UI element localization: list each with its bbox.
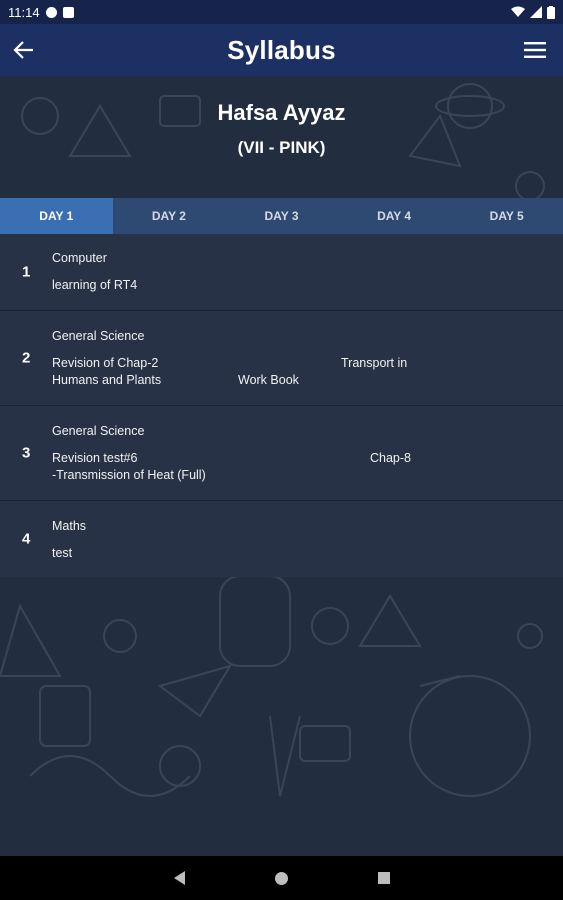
- nav-home-icon[interactable]: [274, 871, 288, 885]
- list-item[interactable]: 3 General Science Revision test#6 Chap-8…: [0, 406, 563, 501]
- item-detail: Chap-8: [370, 451, 411, 465]
- tab-day-1[interactable]: DAY 1: [0, 198, 113, 234]
- tab-day-3[interactable]: DAY 3: [225, 198, 338, 234]
- nav-back-icon[interactable]: [173, 871, 185, 885]
- student-name: Hafsa Ayyaz: [217, 100, 346, 125]
- item-number: 4: [22, 530, 31, 548]
- item-number: 2: [22, 349, 31, 367]
- notification-icon: [45, 6, 57, 18]
- battery-icon: [547, 5, 555, 19]
- tab-day-2[interactable]: DAY 2: [113, 198, 226, 234]
- list-item[interactable]: 4 Maths test: [0, 501, 563, 577]
- arrow-left-icon: [13, 41, 33, 59]
- syllabus-list: 1 Computer learning of RT4 2 General Sci…: [0, 234, 563, 577]
- item-subject: General Science: [52, 329, 145, 343]
- wifi-icon: [511, 6, 525, 17]
- status-time: 11:14: [8, 4, 40, 20]
- tab-day-4[interactable]: DAY 4: [338, 198, 451, 234]
- item-detail: test: [52, 546, 73, 560]
- item-subject: Computer: [52, 251, 107, 265]
- student-class: (VII - PINK): [237, 138, 326, 157]
- app-bar: Syllabus: [0, 24, 563, 76]
- item-number: 1: [22, 263, 31, 281]
- item-number: 3: [22, 444, 31, 462]
- item-detail: Humans and Plants: [52, 373, 162, 387]
- item-detail: learning of RT4: [52, 278, 138, 292]
- menu-button[interactable]: [523, 38, 547, 62]
- item-subject: Maths: [52, 519, 87, 533]
- status-bar: 11:14: [0, 0, 563, 24]
- signal-icon: [530, 6, 542, 18]
- item-detail: Transport in: [341, 356, 408, 370]
- tab-day-5[interactable]: DAY 5: [450, 198, 563, 234]
- list-item[interactable]: 1 Computer learning of RT4: [0, 234, 563, 311]
- item-detail: Revision of Chap-2: [52, 356, 159, 370]
- item-detail: -Transmission of Heat (Full): [52, 468, 206, 482]
- day-tabs: DAY 1 DAY 2 DAY 3 DAY 4 DAY 5: [0, 198, 563, 234]
- back-button[interactable]: [10, 36, 38, 64]
- student-profile: Hafsa Ayyaz (VII - PINK): [0, 100, 563, 158]
- storage-icon: [62, 6, 74, 18]
- item-detail: Work Book: [238, 373, 299, 387]
- system-nav-bar: [0, 856, 563, 900]
- hamburger-menu-icon: [524, 42, 546, 58]
- nav-recents-icon[interactable]: [377, 872, 390, 884]
- list-item[interactable]: 2 General Science Revision of Chap-2 Tra…: [0, 311, 563, 406]
- item-detail: Revision test#6: [52, 451, 138, 465]
- item-subject: General Science: [52, 424, 145, 438]
- page-title: Syllabus: [227, 34, 336, 65]
